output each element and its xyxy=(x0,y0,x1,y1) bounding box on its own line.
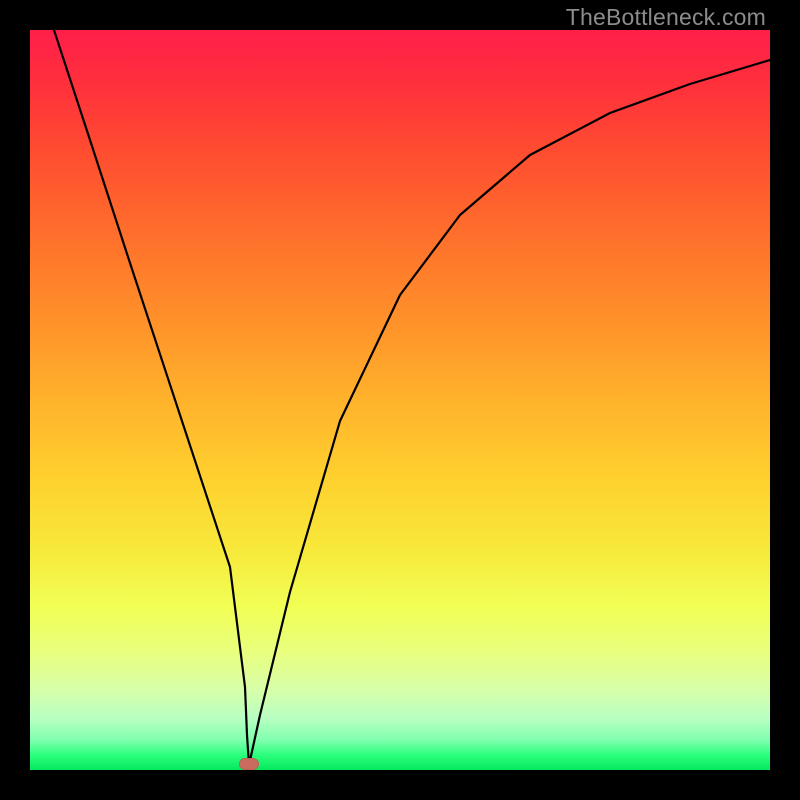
bottleneck-curve xyxy=(54,30,770,765)
optimal-point-marker xyxy=(239,758,259,770)
watermark-text: TheBottleneck.com xyxy=(566,4,766,31)
curve-svg xyxy=(30,30,770,770)
chart-frame: TheBottleneck.com xyxy=(0,0,800,800)
plot-area xyxy=(30,30,770,770)
